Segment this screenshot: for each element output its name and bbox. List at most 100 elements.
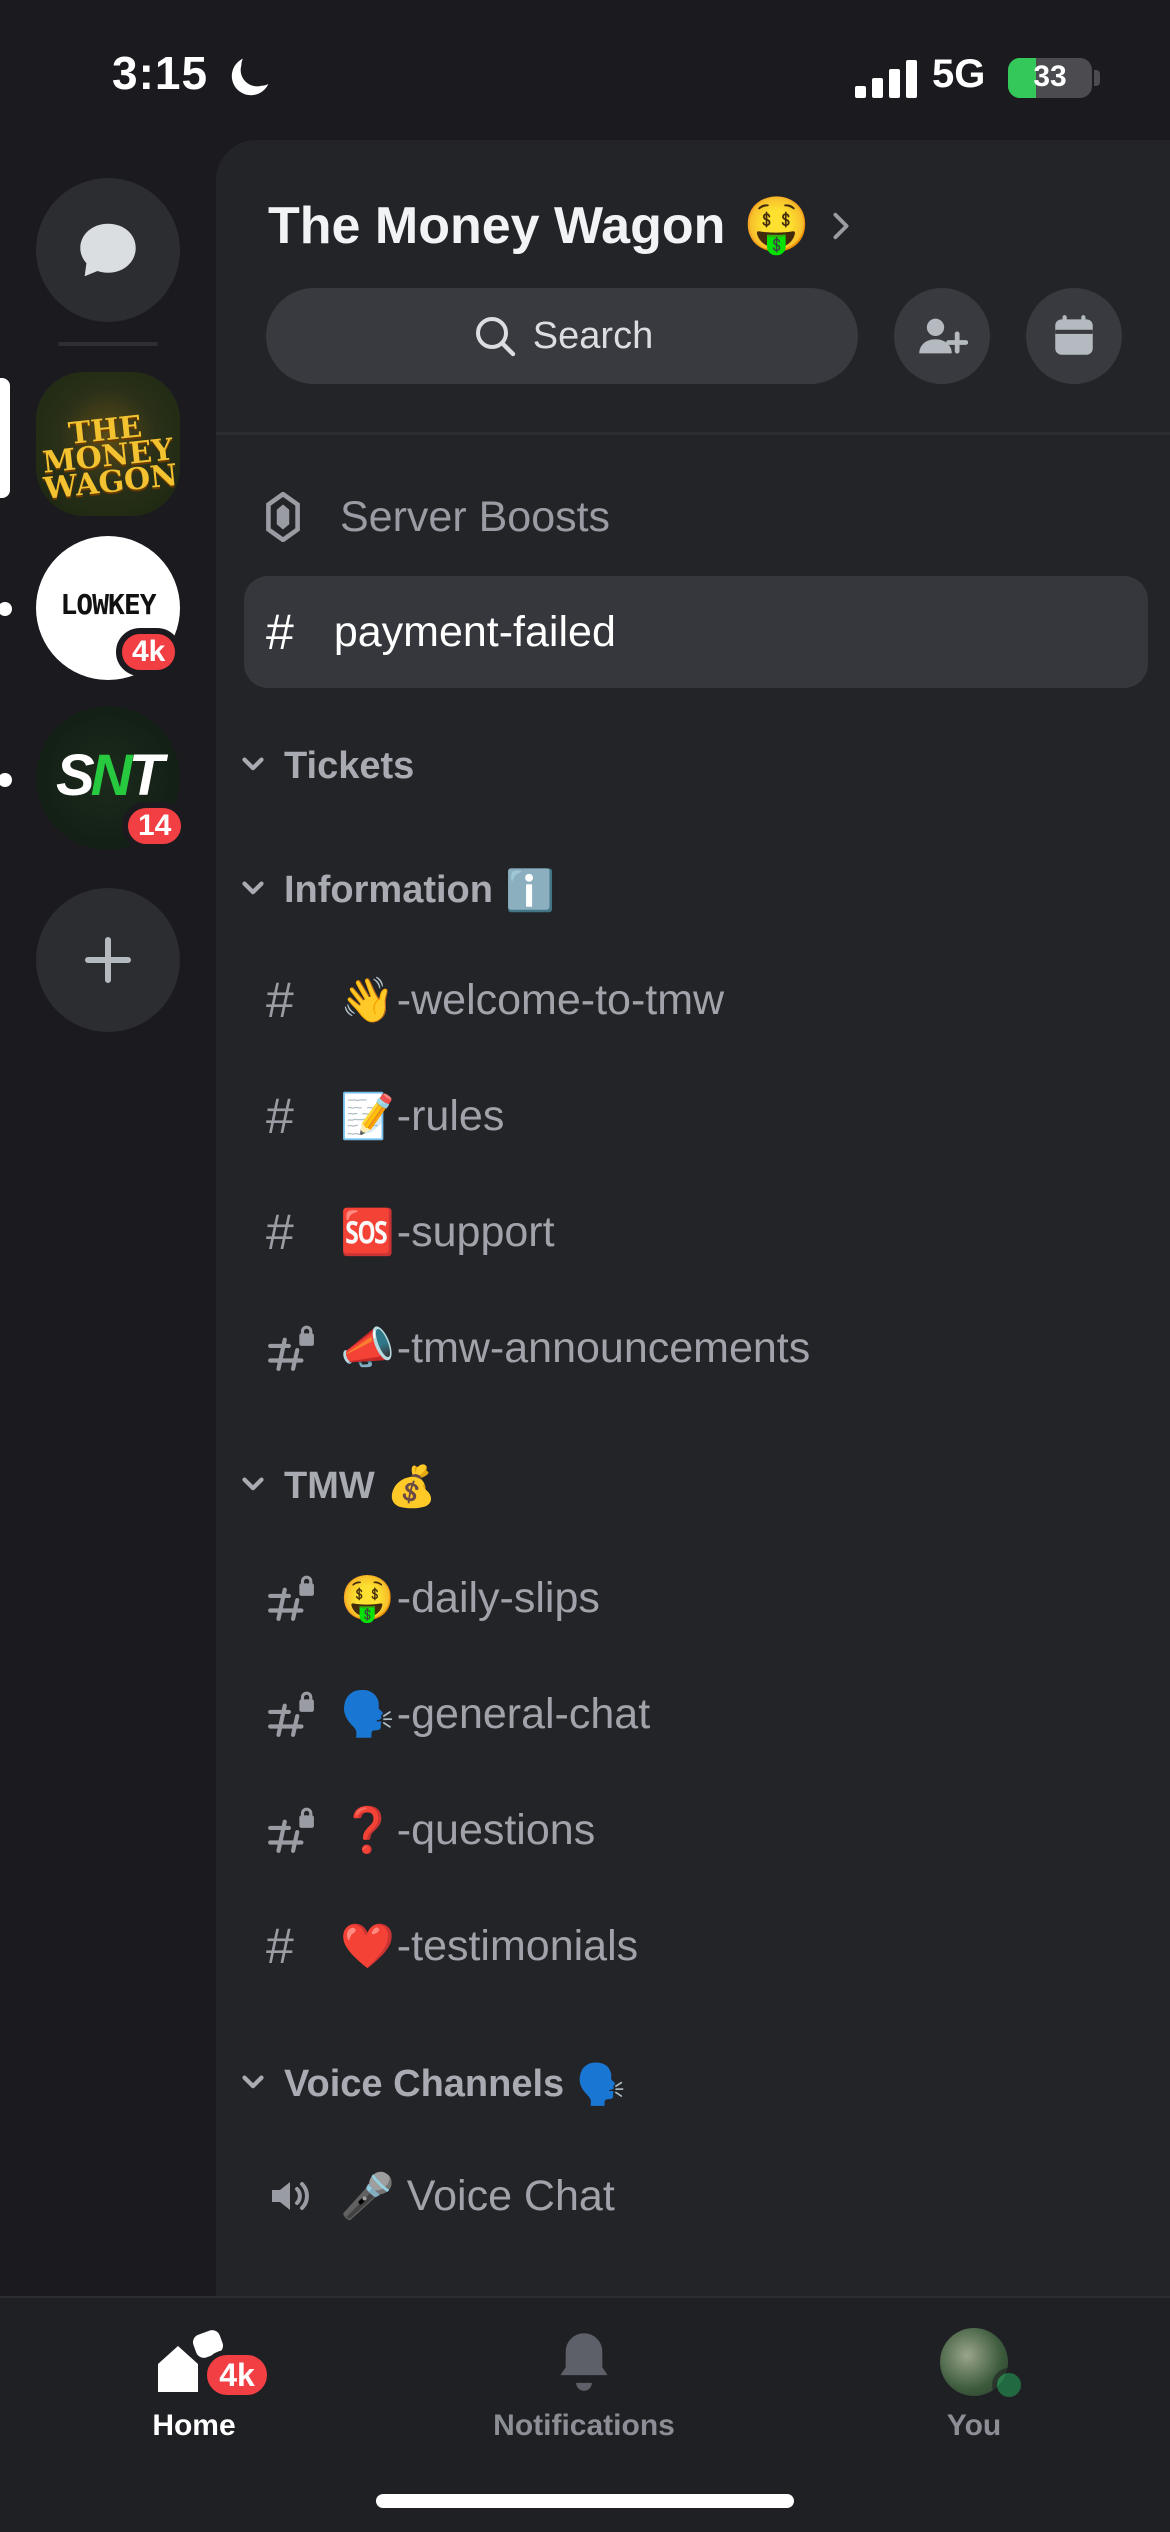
server-logo-letter-1: S [55, 743, 95, 808]
hash-icon: # [266, 604, 294, 660]
channel-emoji: ❓ [340, 1806, 395, 1855]
search-label: Search [532, 314, 654, 357]
channel-name: -general-chat [396, 1689, 651, 1738]
chevron-down-icon [242, 757, 264, 771]
server-logo-text: THE MONEY WAGON [36, 409, 180, 506]
server-the-money-wagon[interactable]: THE MONEY WAGON [36, 372, 180, 516]
status-time: 3:15 [112, 47, 209, 99]
hash-icon: # [266, 1204, 294, 1260]
mention-badge: 14 [122, 802, 188, 850]
bell-icon [560, 2333, 608, 2391]
battery-tip [1094, 70, 1100, 86]
category-tickets[interactable]: Tickets [236, 736, 414, 796]
invite-members-button[interactable] [894, 288, 990, 384]
chevron-down-icon [242, 881, 264, 895]
voice-channel-voice-chat[interactable]: 🎤 Voice Chat [266, 2161, 615, 2231]
server-lowkey[interactable]: LOWKEY 4k [36, 536, 182, 680]
channel-name: -questions [396, 1805, 596, 1854]
channel-name: Voice Chat [406, 2171, 615, 2220]
selected-server-indicator [0, 378, 10, 498]
channel-emoji: 👋 [340, 976, 395, 1025]
server-snt[interactable]: SNT 14 [36, 706, 188, 850]
channel-tmw-announcements[interactable]: 📣 -tmw-announcements [266, 1313, 810, 1383]
channel-daily-slips[interactable]: 🤑 -daily-slips [266, 1563, 600, 1633]
chevron-down-icon [242, 1477, 264, 1491]
channel-general-chat[interactable]: 🗣️ -general-chat [266, 1679, 650, 1749]
boost-gem-icon [266, 492, 300, 542]
channel-rules[interactable]: # 📝 -rules [266, 1081, 504, 1151]
channel-payment-failed[interactable]: # payment-failed [266, 597, 616, 667]
channel-emoji: 🤑 [340, 1574, 395, 1623]
locked-hash-icon [268, 1807, 314, 1853]
home-indicator [376, 2494, 794, 2508]
tab-home-label: Home [152, 2409, 236, 2442]
add-server-button[interactable] [36, 888, 180, 1032]
server-title: The Money Wagon [268, 196, 726, 255]
home-badge: 4k [202, 2350, 272, 2400]
money-bag-emoji: 💰 [386, 1464, 437, 1509]
category-information[interactable]: Information ℹ️ [236, 860, 555, 920]
server-logo-text: LOWKEY [60, 588, 156, 621]
chevron-down-icon [242, 2075, 264, 2089]
channel-name: -daily-slips [396, 1573, 600, 1622]
category-label: Information [284, 868, 493, 911]
category-tmw[interactable]: TMW 💰 [236, 1456, 437, 1516]
info-emoji: ℹ️ [504, 868, 555, 913]
mention-badge: 4k [116, 628, 182, 676]
search-icon [475, 317, 515, 357]
channel-welcome-to-tmw[interactable]: # 👋 -welcome-to-tmw [266, 965, 724, 1035]
channel-name: -tmw-announcements [396, 1323, 811, 1372]
network-type: 5G [932, 52, 986, 96]
events-button[interactable] [1026, 288, 1122, 384]
avatar [940, 2328, 1026, 2402]
category-voice-channels[interactable]: Voice Channels 🗣️ [236, 2054, 626, 2114]
battery-percent: 33 [1033, 60, 1067, 93]
channel-name: -rules [396, 1091, 505, 1140]
hash-icon: # [266, 1918, 294, 1974]
calendar-icon [1055, 315, 1093, 355]
channel-emoji: 📣 [340, 1324, 395, 1373]
channel-emoji: 📝 [340, 1092, 395, 1141]
channel-questions[interactable]: ❓ -questions [266, 1795, 595, 1865]
category-label: Voice Channels [284, 2062, 565, 2105]
tab-you[interactable]: You [854, 2328, 1094, 2443]
server-logo-letter-2: N [90, 743, 133, 808]
hash-icon: # [266, 972, 294, 1028]
chevron-right-icon [833, 212, 849, 239]
direct-messages-button[interactable] [36, 178, 180, 322]
channel-name: -support [396, 1207, 555, 1256]
channel-panel: The Money Wagon 🤑 Search Server Boosts #… [216, 140, 1170, 2300]
unread-dot [0, 773, 12, 787]
server-logo-letter-3: T [128, 743, 164, 808]
server-rail: THE MONEY WAGON LOWKEY 4k SNT 14 [0, 140, 216, 2300]
online-status-icon [992, 2368, 1026, 2402]
server-header[interactable]: The Money Wagon 🤑 [268, 194, 851, 257]
channel-support[interactable]: # 🆘 -support [266, 1197, 555, 1267]
add-user-icon [919, 318, 968, 354]
tab-you-label: You [946, 2409, 1002, 2442]
server-logo-text: SNT [36, 742, 180, 809]
status-bar: 3:15 5G 33 [0, 0, 1170, 140]
tab-notifications[interactable]: Notifications [464, 2328, 704, 2443]
locked-hash-icon [268, 1575, 314, 1621]
channel-emoji: 🗣️ [340, 1690, 395, 1739]
category-label: TMW [284, 1464, 375, 1507]
plus-icon [85, 937, 131, 983]
search-button[interactable]: Search [266, 288, 858, 384]
locked-hash-icon [268, 1691, 314, 1737]
channel-name: -testimonials [396, 1921, 639, 1970]
server-boosts-label: Server Boosts [340, 492, 611, 541]
channel-name: payment-failed [333, 607, 616, 656]
channel-emoji: ❤️ [340, 1922, 395, 1971]
category-label: Tickets [284, 744, 415, 787]
tab-notifications-label: Notifications [493, 2409, 675, 2442]
speaker-icon [272, 2182, 309, 2210]
server-title-emoji: 🤑 [743, 195, 811, 255]
channel-emoji: 🆘 [340, 1208, 395, 1257]
server-boosts-item[interactable]: Server Boosts [266, 482, 610, 552]
tab-home[interactable]: 4k Home [74, 2328, 314, 2443]
unread-dot [0, 602, 12, 616]
channel-testimonials[interactable]: # ❤️ -testimonials [266, 1911, 638, 1981]
chat-bubble-icon [80, 223, 136, 277]
channel-name: -welcome-to-tmw [396, 975, 725, 1024]
